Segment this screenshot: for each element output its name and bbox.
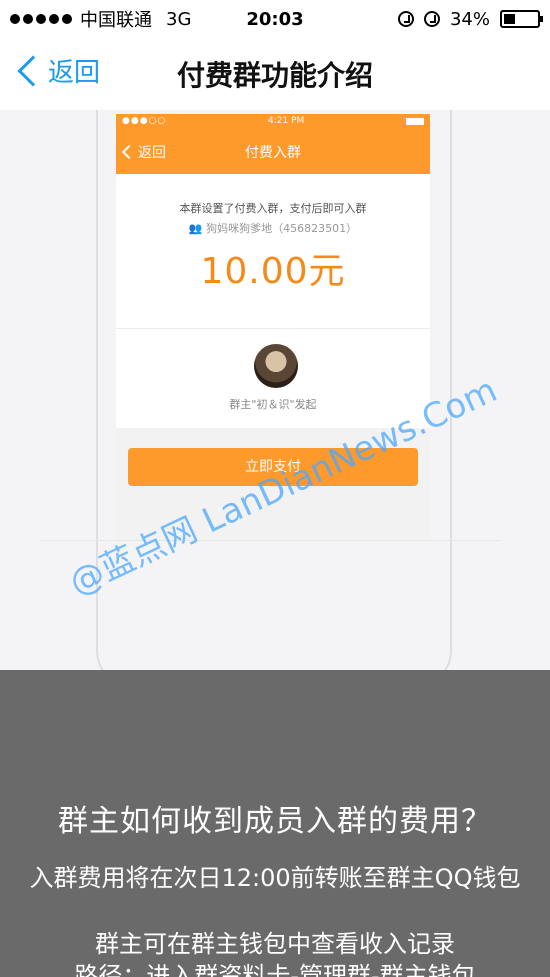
pay-now-button[interactable]: 立即支付 bbox=[128, 448, 418, 486]
panel-paragraph-transfer: 入群费用将在次日12:00前转账至群主QQ钱包 bbox=[29, 864, 521, 892]
chevron-left-icon bbox=[17, 54, 49, 87]
group-name-text: 狗妈咪狗爹地（456823501） bbox=[206, 222, 358, 235]
alarm-icon bbox=[423, 11, 440, 27]
network-type: 3G bbox=[166, 8, 192, 30]
group-name: 👥 狗妈咪狗爹地（456823501） bbox=[116, 220, 430, 236]
info-panel: 群主如何收到成员入群的费用？ 入群费用将在次日12:00前转账至群主QQ钱包 群… bbox=[0, 670, 550, 977]
carrier-label: 中国联通 bbox=[80, 10, 152, 31]
owner-label: 群主"初＆识"发起 bbox=[229, 398, 317, 411]
rotation-lock-icon bbox=[397, 11, 414, 27]
payment-description: 本群设置了付费入群，支付后即可入群 bbox=[179, 202, 367, 215]
owner-avatar bbox=[254, 344, 298, 388]
battery-icon bbox=[500, 10, 543, 28]
inner-status-time: 4:21 PM bbox=[268, 116, 305, 126]
back-label: 返回 bbox=[48, 58, 101, 88]
card-divider bbox=[116, 328, 430, 329]
inner-battery-icon bbox=[406, 117, 424, 125]
embedded-phone-screen: ●●●○○ 4:21 PM 返回 付费入群 本群设置了付费入群，支付后即可入群 … bbox=[116, 114, 430, 540]
battery-percent: 34% bbox=[449, 8, 490, 30]
panel-heading: 群主如何收到成员入群的费用？ bbox=[58, 804, 492, 839]
navigation-bar: 返回 付费群功能介绍 bbox=[0, 38, 550, 110]
inner-navigation-bar: 返回 付费入群 bbox=[116, 128, 430, 174]
inner-page-title: 付费入群 bbox=[245, 145, 301, 161]
panel-paragraph-records: 群主可在群主钱包中查看收入记录 bbox=[95, 930, 455, 958]
group-icon: 👥 bbox=[188, 222, 203, 235]
divider bbox=[40, 540, 500, 541]
status-bar: 中国联通 3G 20:03 34% bbox=[0, 0, 550, 38]
price-amount: 10.00元 bbox=[200, 251, 346, 292]
back-button[interactable]: 返回 bbox=[14, 52, 100, 89]
payment-card: 本群设置了付费入群，支付后即可入群 👥 狗妈咪狗爹地（456823501） 10… bbox=[116, 174, 430, 428]
panel-paragraph-path: 路径：进入群资料卡-管理群-群主钱包 bbox=[74, 962, 476, 977]
inner-status-bar: ●●●○○ 4:21 PM bbox=[116, 114, 430, 128]
signal-strength-icon bbox=[10, 14, 72, 24]
intro-screenshot-area: ●●●○○ 4:21 PM 返回 付费入群 本群设置了付费入群，支付后即可入群 … bbox=[0, 110, 550, 670]
battery-level bbox=[504, 14, 515, 24]
inner-signal-icon: ●●●○○ bbox=[122, 116, 167, 126]
